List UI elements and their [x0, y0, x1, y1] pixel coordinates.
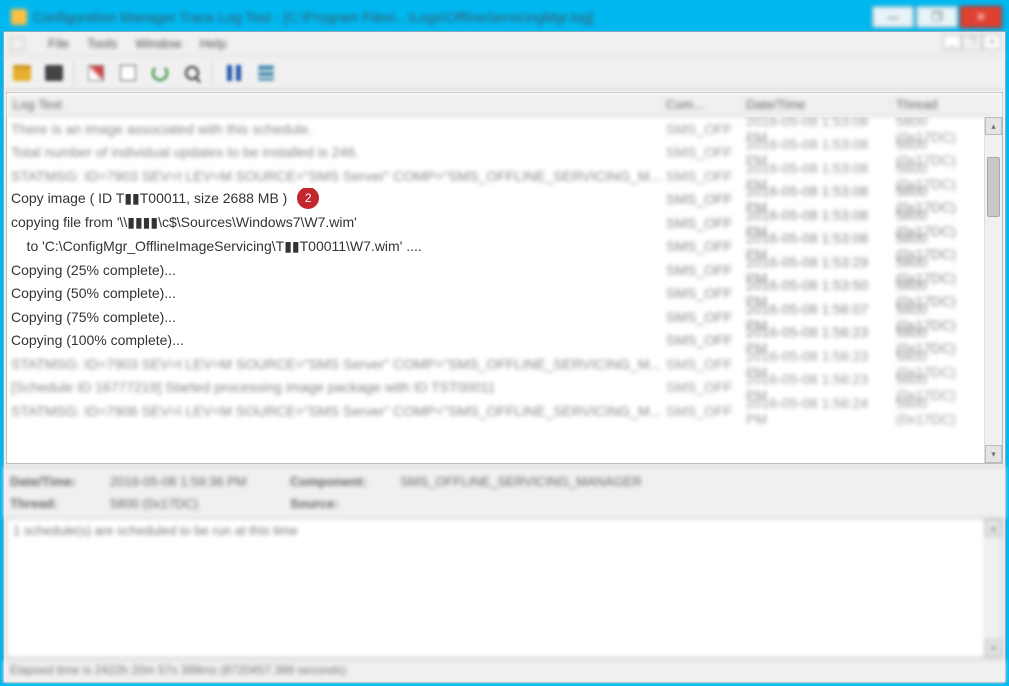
refresh-icon: [152, 65, 168, 81]
cell-comp: SMS_OFF: [662, 285, 742, 301]
cell-thread: 5800 (0x17DC): [892, 395, 982, 427]
status-text: Elapsed time is 2422h 20m 57s 389ms (872…: [10, 663, 346, 677]
col-datetime[interactable]: Date/Time: [742, 97, 892, 112]
thread-label: Thread:: [10, 496, 100, 511]
maximize-button[interactable]: ❐: [916, 6, 958, 28]
cell-logtext: Total number of individual updates to be…: [7, 144, 662, 160]
cell-logtext: Copy image ( ID T▮▮T00011, size 2688 MB …: [7, 188, 662, 210]
highlight-button[interactable]: [252, 59, 280, 87]
cell-comp: SMS_OFF: [662, 379, 742, 395]
cell-logtext: Copying (100% complete)...: [7, 332, 662, 348]
cell-comp: SMS_OFF: [662, 238, 742, 254]
datetime-value: 2016-05-08 1:59:36 PM: [110, 474, 280, 489]
component-value: SMS_OFFLINE_SERVICING_MANAGER: [400, 474, 999, 489]
status-bar: Elapsed time is 2422h 20m 57s 389ms (872…: [4, 660, 1005, 682]
mdi-close-button[interactable]: ×: [983, 34, 1001, 50]
title-bar: Configuration Manager Trace Log Tool - […: [3, 3, 1006, 31]
component-label: Component:: [290, 474, 390, 489]
tool-bar: [4, 56, 1005, 90]
detail-panel: Date/Time: 2016-05-08 1:59:36 PM Compone…: [4, 466, 1005, 518]
app-icon: [11, 9, 27, 25]
menu-file[interactable]: File: [48, 36, 69, 51]
cell-logtext: Copying (75% complete)...: [7, 309, 662, 325]
pause-icon: [227, 65, 241, 81]
grid-body: There is an image associated with this s…: [7, 117, 1002, 463]
thread-value: 5800 (0x17DC): [110, 496, 280, 511]
table-row[interactable]: STATMSG: ID=7906 SEV=I LEV=M SOURCE="SMS…: [7, 399, 984, 423]
tool-separator: [74, 61, 76, 85]
message-panel: 1 schedule(s) are scheduled to be run at…: [6, 518, 1003, 658]
cell-logtext: to 'C:\ConfigMgr_OfflineImageServicing\T…: [7, 238, 662, 255]
cell-comp: SMS_OFF: [662, 356, 742, 372]
message-scrollbar[interactable]: ▴ ▾: [984, 519, 1002, 657]
copy-button[interactable]: [82, 59, 110, 87]
datetime-label: Date/Time:: [10, 474, 100, 489]
tool-separator: [212, 61, 214, 85]
log-grid: Log Text Com... Date/Time Thread There i…: [6, 92, 1003, 464]
scroll-up-button[interactable]: ▴: [985, 117, 1002, 135]
cell-logtext: STATMSG: ID=7906 SEV=I LEV=M SOURCE="SMS…: [7, 403, 662, 419]
cell-comp: SMS_OFF: [662, 262, 742, 278]
cell-comp: SMS_OFF: [662, 121, 742, 137]
cell-comp: SMS_OFF: [662, 332, 742, 348]
cell-logtext: Copying (50% complete)...: [7, 285, 662, 301]
grid-header: Log Text Com... Date/Time Thread: [7, 93, 1002, 117]
cell-comp: SMS_OFF: [662, 403, 742, 419]
message-text: 1 schedule(s) are scheduled to be run at…: [13, 523, 298, 538]
text-button[interactable]: [114, 59, 142, 87]
grid-icon: [258, 65, 274, 81]
cell-logtext: [Schedule ID 16777219] Started processin…: [7, 379, 662, 395]
cell-logtext: Copying (25% complete)...: [7, 262, 662, 278]
mdi-restore-button[interactable]: ❐: [963, 34, 981, 50]
print-button[interactable]: [40, 59, 68, 87]
close-button[interactable]: ✕: [960, 6, 1002, 28]
app-window: Configuration Manager Trace Log Tool - […: [0, 0, 1009, 686]
cell-comp: SMS_OFF: [662, 168, 742, 184]
msg-scroll-down[interactable]: ▾: [985, 639, 1002, 657]
client-area: File Tools Window Help _ ❐ × Log Text: [3, 31, 1006, 683]
cell-logtext: STATMSG: ID=7903 SEV=I LEV=M SOURCE="SMS…: [7, 356, 662, 372]
edit-icon: [88, 65, 104, 81]
document-icon: [120, 65, 136, 81]
folder-icon: [13, 65, 31, 81]
mdi-minimize-button[interactable]: _: [943, 34, 961, 50]
col-logtext[interactable]: Log Text: [7, 97, 662, 112]
col-component[interactable]: Com...: [662, 97, 742, 112]
menu-help[interactable]: Help: [200, 36, 227, 51]
cell-comp: SMS_OFF: [662, 144, 742, 160]
menu-window[interactable]: Window: [135, 36, 181, 51]
cell-comp: SMS_OFF: [662, 215, 742, 231]
msg-scroll-up[interactable]: ▴: [985, 519, 1002, 537]
system-menu-icon[interactable]: [10, 37, 24, 51]
cell-logtext: There is an image associated with this s…: [7, 121, 662, 137]
minimize-button[interactable]: —: [872, 6, 914, 28]
find-button[interactable]: [178, 59, 206, 87]
refresh-button[interactable]: [146, 59, 174, 87]
vertical-scrollbar[interactable]: ▴ ▾: [984, 117, 1002, 463]
window-title: Configuration Manager Trace Log Tool - […: [33, 9, 870, 25]
callout-badge: 2: [297, 188, 319, 209]
source-label: Source:: [290, 496, 390, 511]
menu-tools[interactable]: Tools: [87, 36, 117, 51]
open-button[interactable]: [8, 59, 36, 87]
cell-date: 2016-05-08 1:56:24 PM: [742, 395, 892, 427]
cell-comp: SMS_OFF: [662, 191, 742, 207]
cell-comp: SMS_OFF: [662, 309, 742, 325]
col-thread[interactable]: Thread: [892, 97, 982, 112]
cell-logtext: copying file from '\\▮▮▮▮\c$\Sources\Win…: [7, 214, 662, 231]
cell-logtext: STATMSG: ID=7903 SEV=I LEV=M SOURCE="SMS…: [7, 168, 662, 184]
binoculars-icon: [185, 66, 199, 80]
pause-button[interactable]: [220, 59, 248, 87]
printer-icon: [45, 65, 63, 81]
menu-bar: File Tools Window Help _ ❐ ×: [4, 32, 1005, 56]
scroll-down-button[interactable]: ▾: [985, 445, 1002, 463]
scroll-thumb[interactable]: [987, 157, 1000, 217]
